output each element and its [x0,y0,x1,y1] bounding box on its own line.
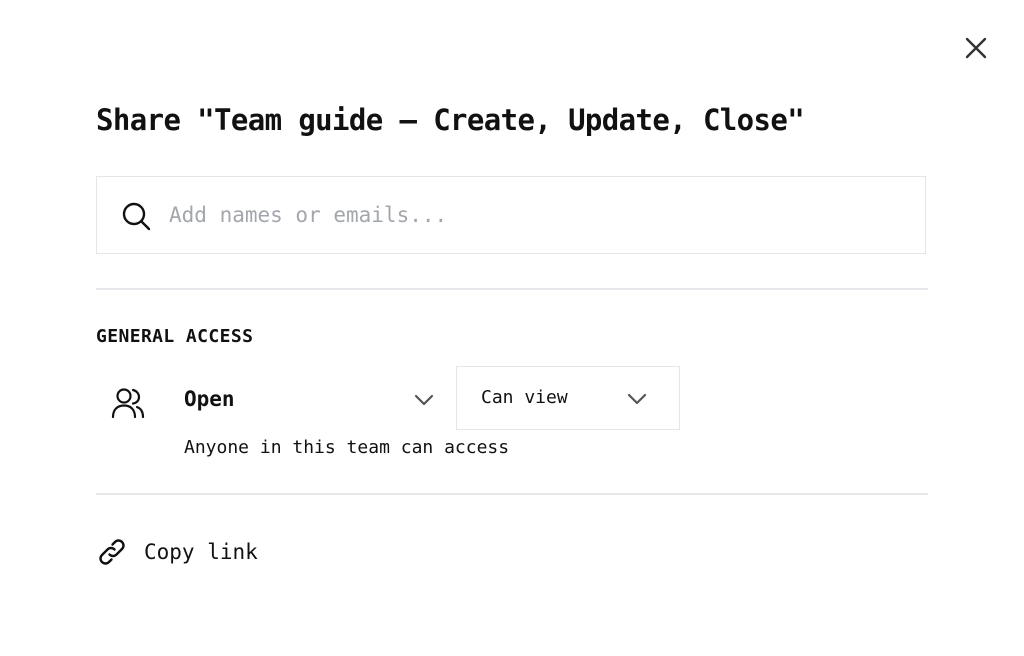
copy-link-button[interactable]: Copy link [96,534,258,570]
divider [96,288,928,290]
share-dialog: Share "Team guide — Create, Update, Clos… [0,0,1024,656]
chevron-down-icon [627,393,647,405]
general-access-heading: GENERAL ACCESS [96,326,254,347]
permission-dropdown[interactable]: Can view [456,366,680,430]
search-field[interactable] [96,176,926,254]
divider [96,493,928,495]
close-button[interactable] [960,32,992,64]
dialog-title: Share "Team guide — Create, Update, Clos… [96,103,805,137]
copy-link-label: Copy link [144,540,258,564]
general-access-dropdown[interactable]: Open [184,380,440,418]
link-icon [99,539,125,565]
permission-value: Can view [481,387,568,408]
access-value: Open [184,387,235,411]
users-icon [111,388,145,419]
search-icon [122,202,151,231]
chevron-down-icon [414,394,434,406]
access-description: Anyone in this team can access [184,437,510,458]
search-input[interactable] [169,177,909,253]
close-icon [965,37,987,59]
